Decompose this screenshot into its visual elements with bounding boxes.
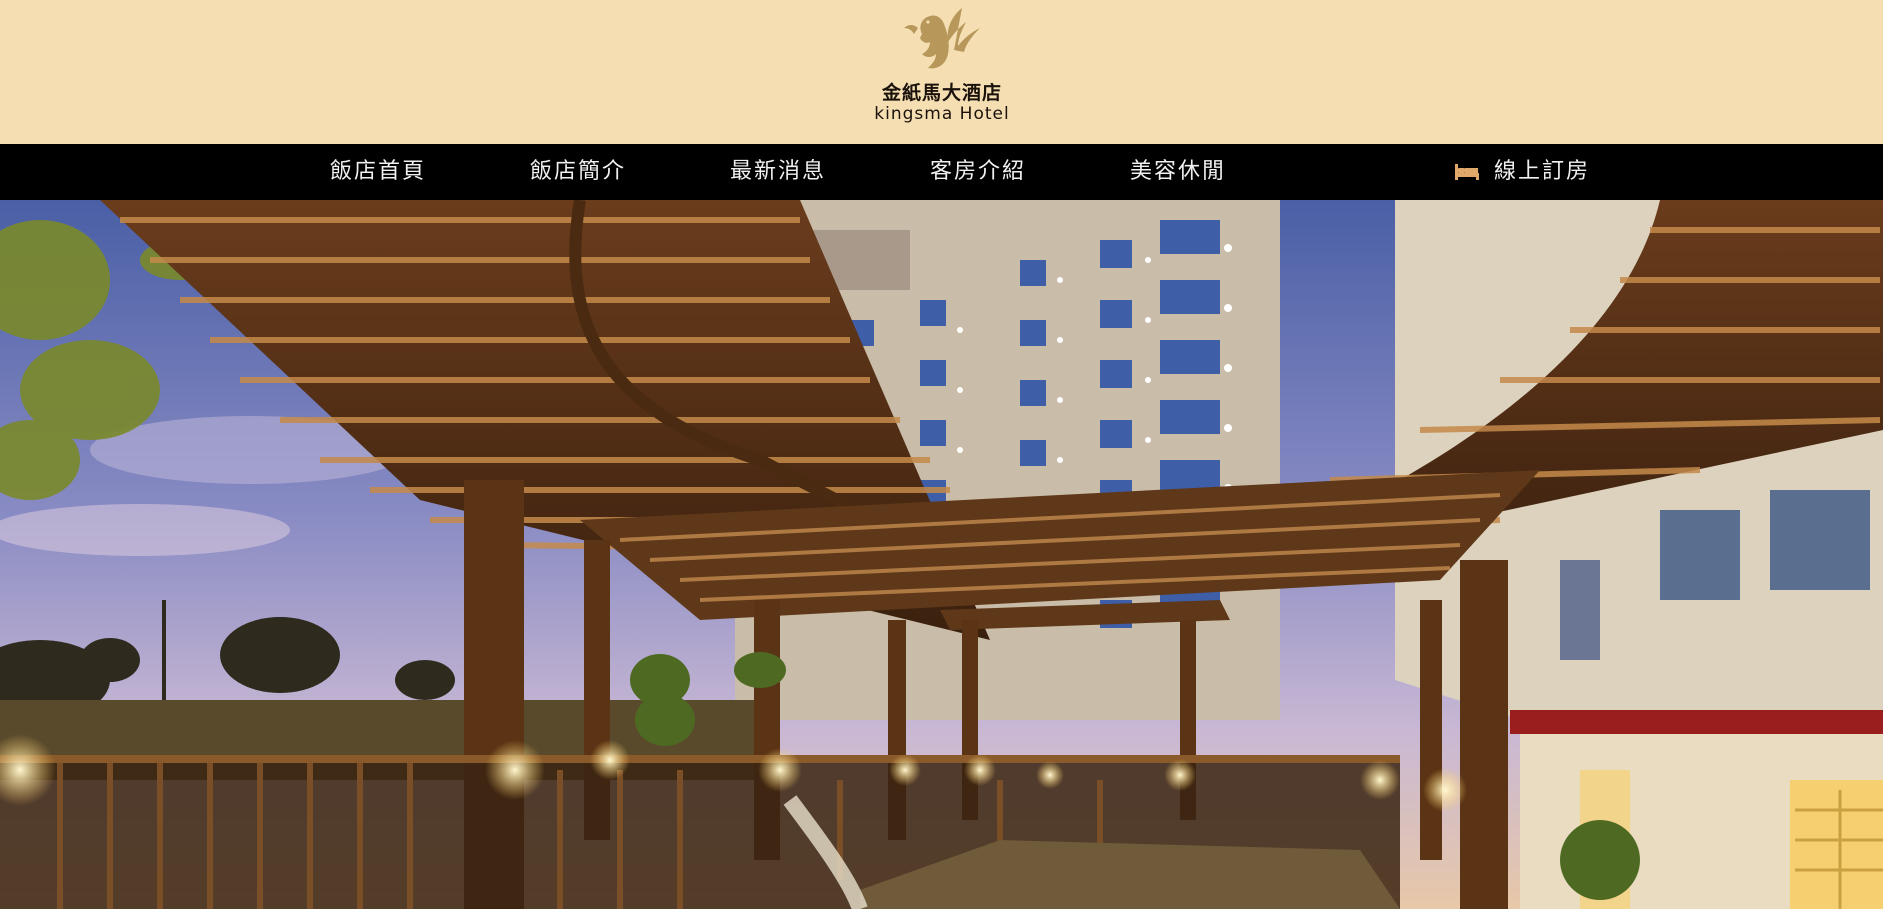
- nav-item-spa-leisure[interactable]: 美容休閒: [1130, 144, 1226, 200]
- hotel-logo[interactable]: 金紙馬大酒店 kingsma Hotel: [872, 6, 1012, 134]
- site-header: 金紙馬大酒店 kingsma Hotel: [0, 0, 1883, 144]
- nav-item-online-booking[interactable]: 線上訂房: [1454, 144, 1590, 200]
- hero-banner: [0, 200, 1883, 909]
- nav-item-news[interactable]: 最新消息: [730, 144, 826, 200]
- hotel-exterior-pergola-photo: [0, 200, 1883, 909]
- pegasus-horse-icon: [904, 8, 980, 69]
- logo-name-en: kingsma Hotel: [874, 104, 1010, 124]
- nav-item-about[interactable]: 飯店簡介: [530, 144, 626, 200]
- bed-icon: [1455, 164, 1479, 180]
- online-booking-label: 線上訂房: [1494, 159, 1591, 184]
- nav-item-home[interactable]: 飯店首頁: [330, 144, 426, 200]
- logo-name-cn: 金紙馬大酒店: [881, 82, 1002, 104]
- nav-item-rooms[interactable]: 客房介紹: [930, 144, 1026, 200]
- main-nav: 飯店首頁 飯店簡介 最新消息 客房介紹 美容休閒 線上訂房: [0, 144, 1883, 200]
